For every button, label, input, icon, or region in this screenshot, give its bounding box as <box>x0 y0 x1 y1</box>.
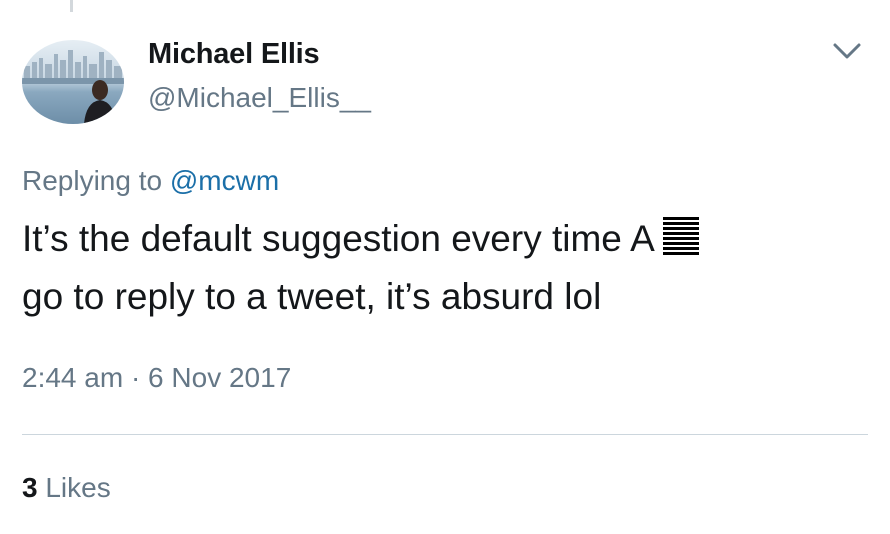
reply-prefix: Replying to <box>22 165 163 196</box>
chevron-down-icon[interactable] <box>830 38 864 64</box>
tweet-text: It’s the default suggestion every time A… <box>22 210 842 326</box>
tweet-text-line-2: go to reply to a tweet, it’s absurd lol <box>22 276 602 317</box>
likes-count-link[interactable]: 3 Likes <box>22 472 111 504</box>
tweet-text-line-1-content: It’s the default suggestion every time A <box>22 218 655 259</box>
tweet-text-line-1: It’s the default suggestion every time A <box>22 210 842 268</box>
tweet-detail: Michael Ellis @Michael_Ellis__ Replying … <box>0 0 890 534</box>
reply-mention-link[interactable]: @mcwm <box>170 165 279 196</box>
avatar[interactable] <box>22 40 124 124</box>
reply-context: Replying to @mcwm <box>22 165 279 197</box>
thread-connector-line <box>70 0 73 12</box>
likes-label: Likes <box>45 472 111 503</box>
author-name[interactable]: Michael Ellis <box>148 38 320 71</box>
likes-count: 3 <box>22 472 38 503</box>
unknown-symbol-icon <box>662 216 699 256</box>
tweet-timestamp[interactable]: 2:44 am · 6 Nov 2017 <box>22 362 291 394</box>
author-handle[interactable]: @Michael_Ellis__ <box>148 82 371 114</box>
divider <box>22 434 868 435</box>
